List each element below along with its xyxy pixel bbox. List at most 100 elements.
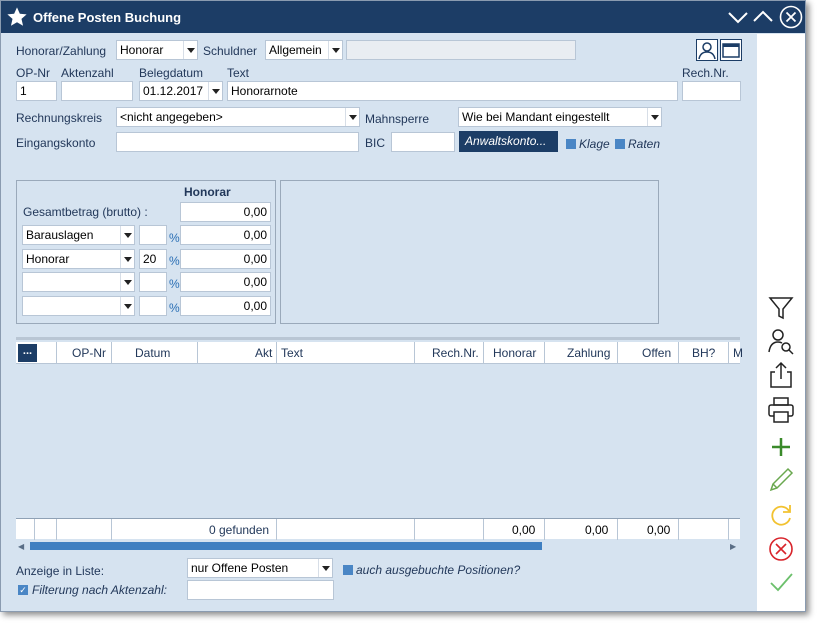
klage-checkbox[interactable] (566, 139, 576, 149)
person-search-icon[interactable] (767, 327, 795, 355)
ausgebucht-checkbox[interactable] (343, 565, 353, 575)
schuldner-name-field (346, 40, 576, 60)
aktenzahl-field[interactable] (61, 81, 133, 101)
honorar-zahlung-value: Honorar (120, 43, 164, 57)
anzeige-label: Anzeige in Liste: (16, 564, 105, 578)
row2-pct-field[interactable]: 20 (139, 249, 167, 269)
row3-pct-field[interactable] (139, 272, 167, 292)
honorar-header: Honorar (184, 185, 231, 199)
title-bar: Offene Posten Buchung (1, 1, 805, 33)
row4-type-select[interactable] (22, 296, 135, 316)
row1-amount-field[interactable]: 0,00 (180, 225, 271, 245)
honorar-zahlung-label: Honorar/Zahlung (16, 44, 107, 58)
column-divider (276, 342, 277, 364)
column-divider (678, 342, 679, 364)
bic-label: BIC (365, 136, 386, 150)
column-chooser-button[interactable]: ... (18, 344, 37, 362)
row3-type-select[interactable] (22, 272, 135, 292)
person-icon[interactable] (696, 39, 718, 61)
confirm-icon[interactable] (767, 568, 795, 596)
column-divider (544, 342, 545, 364)
filter-label: Filterung nach Aktenzahl: (32, 583, 167, 597)
chevron-up-icon[interactable] (752, 6, 774, 28)
refresh-icon[interactable] (767, 501, 795, 529)
filter-checkbox[interactable]: ✓ (18, 585, 28, 595)
col-bh[interactable]: BH? (692, 346, 715, 360)
schuldner-select[interactable]: Allgemein (265, 40, 343, 60)
col-rech-nr[interactable]: Rech.Nr. (432, 346, 479, 360)
mahnsperre-value: Wie bei Mandant eingestellt (462, 110, 610, 124)
op-nr-field[interactable]: 1 (16, 81, 57, 101)
text-field[interactable]: Honorarnote (227, 81, 678, 101)
percent-label: % (169, 277, 180, 291)
row1-pct-field[interactable] (139, 225, 167, 245)
col-op-nr[interactable]: OP-Nr (72, 346, 106, 360)
filter-icon[interactable] (767, 294, 795, 322)
close-icon[interactable] (779, 5, 803, 29)
column-divider (111, 519, 112, 540)
chevron-down-icon[interactable] (727, 6, 749, 28)
col-offen[interactable]: Offen (642, 346, 671, 360)
raten-checkbox[interactable] (615, 139, 625, 149)
sum-honorar: 0,00 (512, 523, 536, 537)
gesamtbetrag-field[interactable]: 0,00 (180, 202, 271, 222)
add-icon[interactable] (767, 433, 795, 461)
scroll-right-icon[interactable]: ▶ (730, 542, 736, 551)
column-divider (728, 519, 729, 540)
eingangskonto-field[interactable] (116, 132, 359, 152)
column-divider (414, 342, 415, 364)
column-divider (414, 519, 415, 540)
percent-label: % (169, 231, 180, 245)
posten-table[interactable]: ... OP-Nr Datum Akt Text Rech.Nr. Honora… (16, 337, 743, 540)
row4-amount-field[interactable]: 0,00 (180, 296, 271, 316)
sum-offen: 0,00 (647, 523, 671, 537)
col-akt[interactable]: Akt (255, 346, 272, 360)
column-divider (483, 519, 484, 540)
cancel-icon[interactable] (767, 535, 795, 563)
column-divider (617, 519, 618, 540)
horizontal-scrollbar[interactable]: ◀ ▶ (16, 540, 740, 552)
scroll-left-icon[interactable]: ◀ (18, 542, 24, 551)
rechnungskreis-select[interactable]: <nicht angegeben> (116, 107, 360, 127)
row2-amount-field[interactable]: 0,00 (180, 249, 271, 269)
honorar-zahlung-select[interactable]: Honorar (116, 40, 198, 60)
col-text[interactable]: Text (281, 346, 303, 360)
col-datum[interactable]: Datum (135, 346, 170, 360)
row2-type-select[interactable]: Honorar (22, 249, 135, 269)
print-icon[interactable] (767, 396, 795, 424)
anzeige-select[interactable]: nur Offene Posten (187, 558, 333, 578)
schuldner-value: Allgemein (269, 43, 322, 57)
chevron-down-icon (120, 297, 134, 315)
gesamtbetrag-label: Gesamtbetrag (brutto) : (23, 205, 148, 219)
row4-pct-field[interactable] (139, 296, 167, 316)
row3-amount-field[interactable]: 0,00 (180, 272, 271, 292)
row1-type-select[interactable]: Barauslagen (22, 225, 135, 245)
aktenzahl-label: Aktenzahl (61, 66, 114, 80)
result-count: 0 gefunden (209, 523, 270, 537)
folder-icon[interactable] (720, 39, 742, 61)
anwaltskonto-button[interactable]: Anwaltskonto... (459, 131, 558, 152)
belegdatum-value: 01.12.2017 (143, 84, 204, 98)
rech-nr-label: Rech.Nr. (682, 66, 729, 80)
col-zahlung[interactable]: Zahlung (567, 346, 610, 360)
mahnsperre-select[interactable]: Wie bei Mandant eingestellt (458, 107, 662, 127)
bic-field[interactable] (391, 132, 455, 152)
belegdatum-field[interactable]: 01.12.2017 (139, 81, 223, 101)
chevron-down-icon (647, 108, 661, 126)
edit-icon[interactable] (767, 466, 795, 494)
column-divider (34, 519, 35, 540)
column-divider (56, 342, 57, 364)
percent-label: % (169, 301, 180, 315)
chevron-down-icon (345, 108, 359, 126)
column-divider (483, 342, 484, 364)
export-icon[interactable] (767, 361, 795, 389)
filter-aktenzahl-field[interactable] (187, 580, 334, 600)
rech-nr-field[interactable] (682, 81, 741, 101)
scrollbar-thumb[interactable] (30, 542, 542, 550)
chevron-down-icon (318, 559, 332, 577)
col-honorar[interactable]: Honorar (493, 346, 536, 360)
column-divider (111, 342, 112, 364)
col-m[interactable]: M (733, 346, 743, 360)
rechnungskreis-label: Rechnungskreis (16, 111, 103, 125)
column-divider (197, 342, 198, 364)
